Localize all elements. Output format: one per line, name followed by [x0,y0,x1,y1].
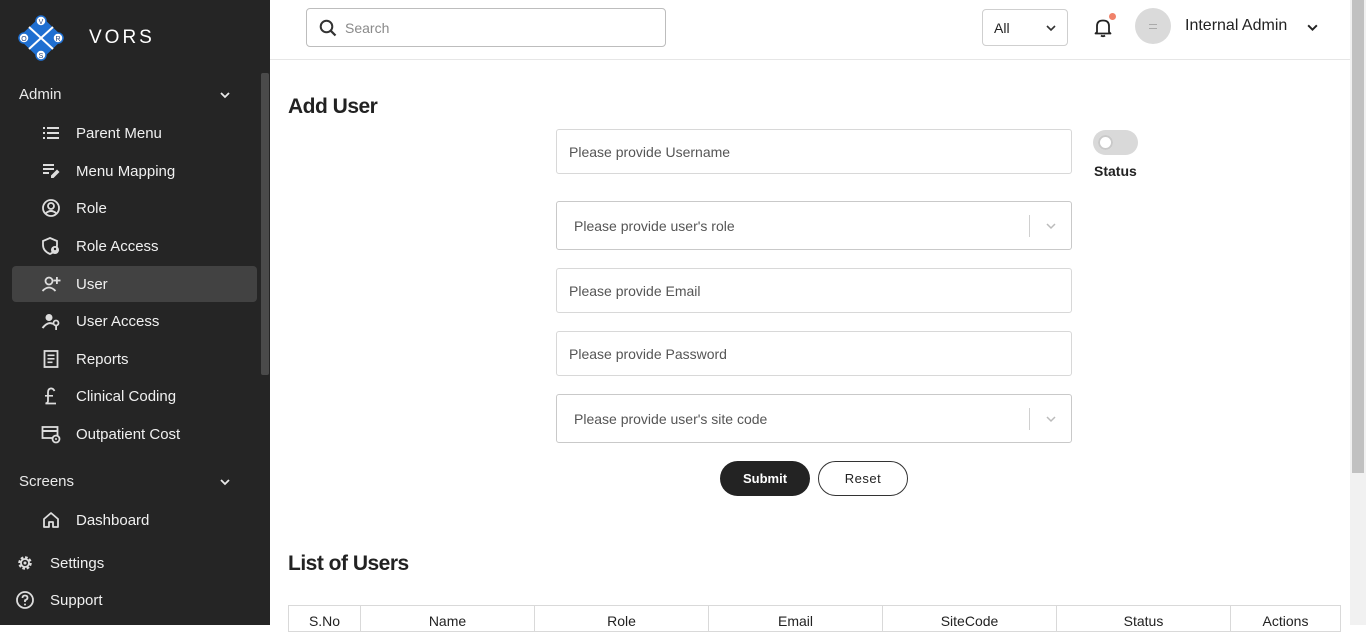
settings-label: Settings [50,554,105,572]
search-input[interactable] [345,12,645,43]
username-field[interactable] [556,129,1072,174]
vors-logo: V O R S [18,15,64,61]
sidebar-item-role[interactable]: Role [12,190,257,226]
sidebar: V O R S VORS Admin Parent Menu Menu Mapp… [0,0,270,625]
sidebar-item-label: Role [76,199,107,217]
sidebar-item-label: User Access [76,312,160,330]
reset-button[interactable]: Reset [818,461,908,496]
logo-letter-r: R [55,36,60,43]
sidebar-item-user-access[interactable]: User Access [12,303,257,339]
submit-button[interactable]: Submit [720,461,810,496]
email-field[interactable] [556,268,1072,313]
list-icon [40,122,62,144]
filter-value: All [994,19,1010,36]
table-header-row: S.No Name Role Email SiteCode Status Act… [288,605,1341,632]
sidebar-item-label: Outpatient Cost [76,425,181,443]
password-input[interactable] [557,332,1071,375]
gear-icon [18,556,32,570]
top-bar: All Internal Admin [270,0,1350,60]
avatar-placeholder-icon [1149,23,1157,29]
chevron-down-icon [1046,416,1056,423]
chevron-down-icon [220,91,230,98]
column-header-sno[interactable]: S.No [288,605,361,632]
column-header-sitecode[interactable]: SiteCode [882,605,1057,632]
sidebar-support[interactable]: Support [15,585,103,615]
chevron-down-icon [220,478,230,485]
sidebar-item-clinical-coding[interactable]: Clinical Coding [12,378,257,414]
page-scrollbar-thumb[interactable] [1352,0,1364,473]
username-input[interactable] [557,130,1071,173]
select-separator [1029,408,1030,430]
support-label: Support [50,591,103,609]
logo-letter-v: V [39,19,44,26]
notification-dot [1109,13,1116,20]
sidebar-item-user[interactable]: User [12,266,257,302]
search-icon [319,19,337,36]
page-scrollbar[interactable] [1350,0,1366,625]
toggle-knob [1098,135,1113,150]
sidebar-settings[interactable]: Settings [15,548,104,578]
column-header-status[interactable]: Status [1056,605,1231,632]
edit-list-icon [40,160,62,182]
select-separator [1029,215,1030,237]
sidebar-item-label: Role Access [76,237,159,255]
section-screens-label: Screens [19,473,75,490]
sidebar-item-dashboard[interactable]: Dashboard [12,502,257,538]
section-admin-label: Admin [19,86,62,103]
sidebar-item-label: Clinical Coding [76,387,177,405]
user-name[interactable]: Internal Admin [1185,17,1287,35]
status-toggle[interactable] [1093,130,1138,155]
status-label: Status [1094,163,1137,179]
logo-letter-s: S [39,53,44,60]
sidebar-item-parent-menu[interactable]: Parent Menu [12,115,257,151]
brand[interactable]: V O R S VORS [15,14,155,62]
card-gear-icon [40,423,62,445]
add-user-title: Add User [288,95,378,118]
column-header-email[interactable]: Email [708,605,883,632]
logo-letter-o: O [21,36,27,43]
sidebar-item-label: Menu Mapping [76,162,176,180]
column-header-name[interactable]: Name [360,605,535,632]
avatar[interactable] [1135,8,1171,44]
role-select[interactable]: Please provide user's role [556,201,1072,250]
chevron-down-icon[interactable] [1306,21,1319,34]
email-input[interactable] [557,269,1071,312]
user-add-icon [40,273,62,295]
sidebar-item-reports[interactable]: Reports [12,341,257,377]
site-code-placeholder: Please provide user's site code [574,411,768,427]
sidebar-scrollbar[interactable] [261,73,269,375]
sidebar-item-label: Dashboard [76,511,150,529]
sidebar-item-label: User [76,275,108,293]
sidebar-item-role-access[interactable]: Role Access [12,228,257,264]
chevron-down-icon [1046,223,1056,230]
section-screens[interactable]: Screens [19,473,231,490]
sidebar-item-label: Parent Menu [76,124,162,142]
users-table: S.No Name Role Email SiteCode Status Act… [288,605,1341,632]
filter-select[interactable]: All [982,9,1068,46]
list-of-users-title: List of Users [288,552,409,575]
section-admin[interactable]: Admin [19,86,231,103]
user-circle-icon [40,197,62,219]
help-circle-icon [16,591,34,609]
column-header-role[interactable]: Role [534,605,709,632]
sidebar-item-outpatient-cost[interactable]: Outpatient Cost [12,416,257,452]
sidebar-item-menu-mapping[interactable]: Menu Mapping [12,153,257,189]
report-icon [40,348,62,370]
shield-user-icon [40,235,62,257]
sidebar-item-label: Reports [76,350,129,368]
home-icon [40,509,62,531]
pound-icon [40,385,62,407]
chevron-down-icon [1046,24,1056,31]
search-box[interactable] [306,8,666,47]
brand-name: VORS [89,27,155,48]
role-placeholder: Please provide user's role [574,218,735,234]
user-key-icon [40,310,62,332]
site-code-select[interactable]: Please provide user's site code [556,394,1072,443]
column-header-actions[interactable]: Actions [1230,605,1341,632]
password-field[interactable] [556,331,1072,376]
notifications-button[interactable] [1092,13,1116,38]
